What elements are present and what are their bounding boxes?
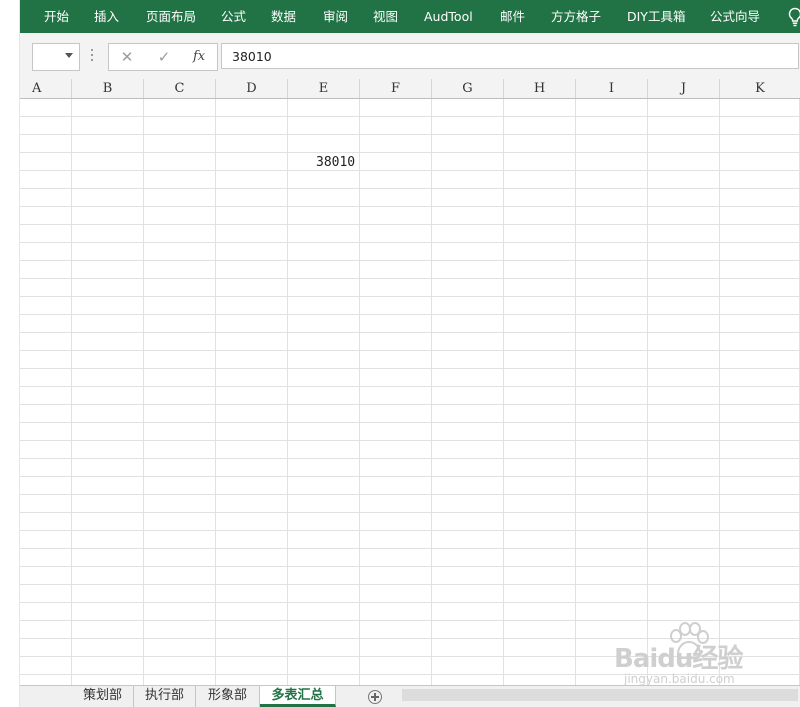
column-header-b[interactable]: B	[72, 79, 144, 98]
sheet-tab-execution[interactable]: 执行部	[134, 686, 196, 707]
column-header-k[interactable]: K	[720, 79, 800, 98]
formula-buttons: ✕ ✓ fx	[108, 43, 218, 71]
column-header-i[interactable]: I	[576, 79, 648, 98]
column-header-row: A B C D E F G H I J K	[20, 79, 800, 99]
lightbulb-icon[interactable]	[786, 7, 800, 27]
column-header-c[interactable]: C	[144, 79, 216, 98]
formula-bar: ✕ ✓ fx 38010	[20, 33, 800, 79]
tab-fangfang-gezi[interactable]: 方方格子	[551, 0, 601, 33]
tab-data[interactable]: 数据	[271, 0, 296, 33]
sheet-tab-multi-summary[interactable]: 多表汇总	[260, 686, 336, 707]
tab-diy-toolbox[interactable]: DIY工具箱	[627, 0, 685, 33]
tab-view[interactable]: 视图	[373, 0, 398, 33]
window-left-edge	[0, 0, 20, 707]
chevron-down-icon[interactable]	[65, 53, 73, 58]
add-sheet-icon[interactable]	[368, 690, 382, 704]
tab-mail[interactable]: 邮件	[500, 0, 525, 33]
enter-icon[interactable]: ✓	[153, 44, 175, 70]
insert-function-button[interactable]: fx	[193, 44, 205, 70]
sheet-tab-bar: 策划部 执行部 形象部 多表汇总	[20, 685, 800, 707]
tab-formulas[interactable]: 公式	[221, 0, 246, 33]
column-header-g[interactable]: G	[432, 79, 504, 98]
horizontal-scrollbar[interactable]	[402, 689, 798, 701]
cancel-icon[interactable]: ✕	[117, 44, 137, 70]
column-header-d[interactable]: D	[216, 79, 288, 98]
sheet-tab-image[interactable]: 形象部	[196, 686, 260, 707]
column-header-a[interactable]: A	[20, 79, 72, 98]
tab-audtool[interactable]: AudTool	[424, 0, 473, 33]
ribbon-tab-bar: 开始 插入 页面布局 公式 数据 审阅 视图 AudTool 邮件 方方格子 D…	[20, 0, 800, 33]
tab-home[interactable]: 开始	[44, 0, 69, 33]
tab-review[interactable]: 审阅	[323, 0, 348, 33]
column-header-j[interactable]: J	[648, 79, 720, 98]
formula-input[interactable]: 38010	[221, 43, 799, 69]
watermark-brand: Baidu经验	[614, 644, 743, 674]
formula-bar-splitter[interactable]	[91, 49, 93, 63]
watermark-url: jingyan.baidu.com	[624, 672, 735, 686]
worksheet-grid[interactable]: 38010	[20, 99, 800, 685]
baidu-jingyan-watermark: Baidu经验 jingyan.baidu.com	[614, 622, 790, 688]
tab-insert[interactable]: 插入	[94, 0, 119, 33]
sheet-tab-planning[interactable]: 策划部	[72, 686, 134, 707]
gridlines	[20, 99, 800, 685]
tab-formula-wizard[interactable]: 公式向导	[710, 0, 760, 33]
column-header-f[interactable]: F	[360, 79, 432, 98]
cell-e4-value[interactable]: 38010	[316, 155, 355, 170]
name-box[interactable]	[32, 43, 80, 71]
column-header-h[interactable]: H	[504, 79, 576, 98]
column-header-e[interactable]: E	[288, 79, 360, 98]
tab-page-layout[interactable]: 页面布局	[146, 0, 196, 33]
